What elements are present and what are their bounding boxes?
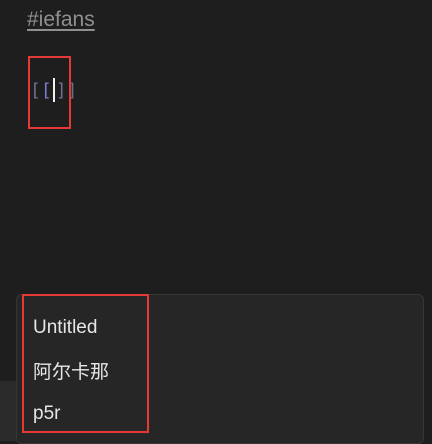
suggestions-highlight-box xyxy=(22,294,149,433)
side-strip xyxy=(0,381,16,441)
tag-link[interactable]: #iefans xyxy=(27,6,95,34)
brackets-highlight-box xyxy=(28,56,71,129)
editor-area[interactable]: #iefans [[ ]] Untitled 阿尔卡那 p5r xyxy=(0,0,432,444)
